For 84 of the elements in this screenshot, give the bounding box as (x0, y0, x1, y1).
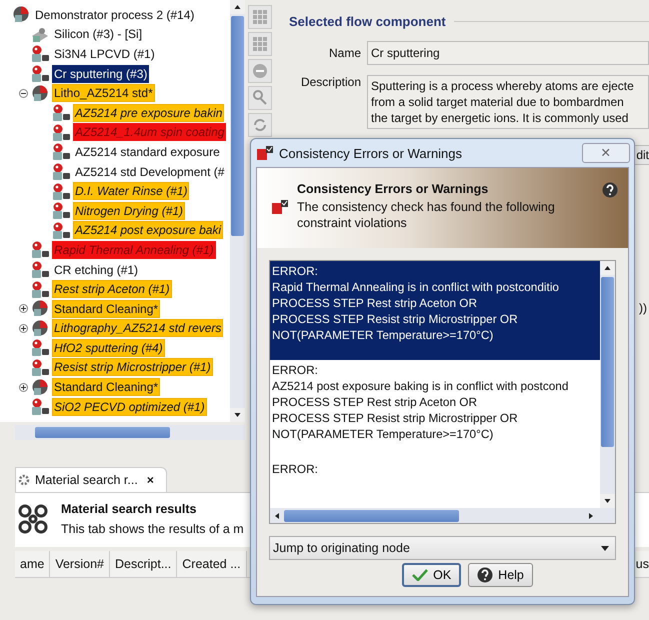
module-node-icon (30, 320, 50, 337)
step-node-icon (51, 124, 71, 141)
scrollbar[interactable] (15, 425, 245, 440)
tree-item[interactable]: AZ5214 pre exposure bakin (73, 104, 224, 122)
field-text: )) (639, 301, 647, 315)
expander-icon[interactable] (19, 382, 29, 392)
results-tab[interactable]: Material search r... × (15, 467, 167, 492)
expander-icon[interactable] (19, 324, 29, 333)
refresh-icon (252, 117, 268, 133)
group-title: Selected flow component (289, 14, 446, 29)
dialog-heading: Consistency Errors or Warnings (297, 182, 490, 196)
help-button[interactable]: Help (468, 563, 533, 587)
help-icon (477, 567, 494, 583)
step-node-icon (51, 163, 71, 180)
step-node-icon (51, 182, 71, 200)
tree-item[interactable]: Resist strip Microstripper (#1) (52, 358, 213, 376)
tree-item[interactable]: Demonstrator process 2 (#14) (33, 6, 196, 24)
column-header[interactable]: Descript... (110, 551, 178, 577)
module-node-icon (30, 378, 50, 396)
column-header[interactable]: Version# (50, 551, 110, 577)
tree-item[interactable]: Silicon (#3) - [Si] (52, 25, 144, 44)
tree-item[interactable]: AZ5214 post exposure baki (73, 221, 224, 240)
error-message[interactable]: ERROR: Rapid Thermal Annealing is in conflict with postconditio PROCESS STEP Rest strip Aceton OR PROCESS STEP Resist strip Microstripper OR NOT(PARAMETER Temperature>=170°C) (270, 261, 600, 360)
name-field[interactable]: Cr sputtering (367, 41, 649, 65)
check-icon (412, 569, 428, 581)
action-dropdown[interactable]: Jump to originating node (269, 536, 616, 560)
tree-item[interactable]: CR etching (#1) (52, 260, 140, 279)
module-node-icon (30, 300, 50, 318)
tree-item[interactable]: AZ5214 standard exposure (73, 142, 222, 161)
module-node-icon (30, 84, 50, 102)
tree-item[interactable]: Standard Cleaning* (52, 300, 160, 318)
column-header[interactable]: Created ... (177, 551, 247, 577)
field-label: Description (300, 75, 361, 89)
panel-title: Material search results (61, 502, 198, 516)
tree-item[interactable]: Lithography_AZ5214 std revers (52, 319, 224, 338)
tree-item[interactable]: Si3N4 LPCVD (#1) (52, 44, 157, 63)
tree-item[interactable]: Nitrogen Drying (#1) (73, 202, 186, 220)
warning-blocks-icon (256, 145, 274, 161)
material-node-icon (30, 26, 50, 43)
gear-icon (18, 474, 30, 486)
tree-item[interactable]: AZ5214 std Development (# (73, 162, 226, 181)
step-node-icon (51, 202, 71, 220)
step-node-icon (30, 65, 50, 82)
column-header[interactable]: us (636, 551, 649, 577)
step-node-icon (30, 241, 50, 258)
search-icon (252, 90, 268, 106)
tree-item[interactable]: HfO2 sputtering (#4) (52, 338, 165, 357)
field-label: Name (328, 46, 361, 60)
module-node-icon (11, 6, 31, 24)
expander-icon[interactable] (19, 88, 29, 98)
scrollbar[interactable] (230, 0, 245, 422)
tree-item[interactable]: SiO2 PECVD optimized (#1) (52, 398, 207, 416)
ok-button[interactable]: OK (402, 563, 462, 587)
expander-icon[interactable] (19, 304, 29, 314)
column-header[interactable]: ame (15, 551, 50, 577)
dialog-title: Consistency Errors or Warnings (279, 146, 462, 160)
tree-item[interactable]: Standard Cleaning* (52, 378, 160, 396)
description-field[interactable]: Sputtering is a process whereby atoms are ejecte from a solid target material due to bombardmen the target by energetic ions. It is commonly used (367, 75, 649, 129)
step-node-icon (51, 222, 71, 239)
scrollbar[interactable] (600, 261, 615, 508)
close-button[interactable]: ✕ (582, 143, 630, 163)
panel-description: This tab shows the results of a m (61, 522, 244, 536)
step-node-icon (30, 398, 50, 416)
step-node-icon (30, 45, 50, 62)
close-button[interactable]: × (146, 473, 154, 487)
tree-item[interactable]: Rest strip Aceton (#1) (52, 280, 172, 298)
dialog-message: The consistency check has found the following constraint violations (297, 199, 556, 231)
step-node-icon (30, 339, 50, 356)
step-node-icon (30, 261, 50, 278)
step-node-icon (51, 143, 71, 160)
tree-item[interactable]: D.I. Water Rinse (#1) (73, 182, 190, 200)
tree-item[interactable]: Litho_AZ5214 std* (52, 84, 155, 102)
error-message[interactable]: ERROR: AZ5214 post exposure baking is in conflict with postcond PROCESS STEP Rest strip Aceton OR PROCESS STEP Resist strip Microstripper OR NOT(PARAMETER Temperature>=170°C) (270, 360, 600, 459)
step-node-icon (51, 104, 71, 122)
step-node-icon (30, 280, 50, 298)
help-icon[interactable] (602, 182, 618, 198)
grid-icon (252, 36, 268, 52)
tree-item[interactable]: Cr sputtering (#3) (52, 64, 150, 83)
warning-blocks-icon (271, 199, 289, 215)
scrollbar[interactable] (270, 508, 615, 523)
error-message[interactable]: ERROR: (270, 459, 600, 494)
grid-icon (252, 9, 268, 25)
step-node-icon (30, 358, 50, 376)
remove-icon (252, 63, 268, 79)
